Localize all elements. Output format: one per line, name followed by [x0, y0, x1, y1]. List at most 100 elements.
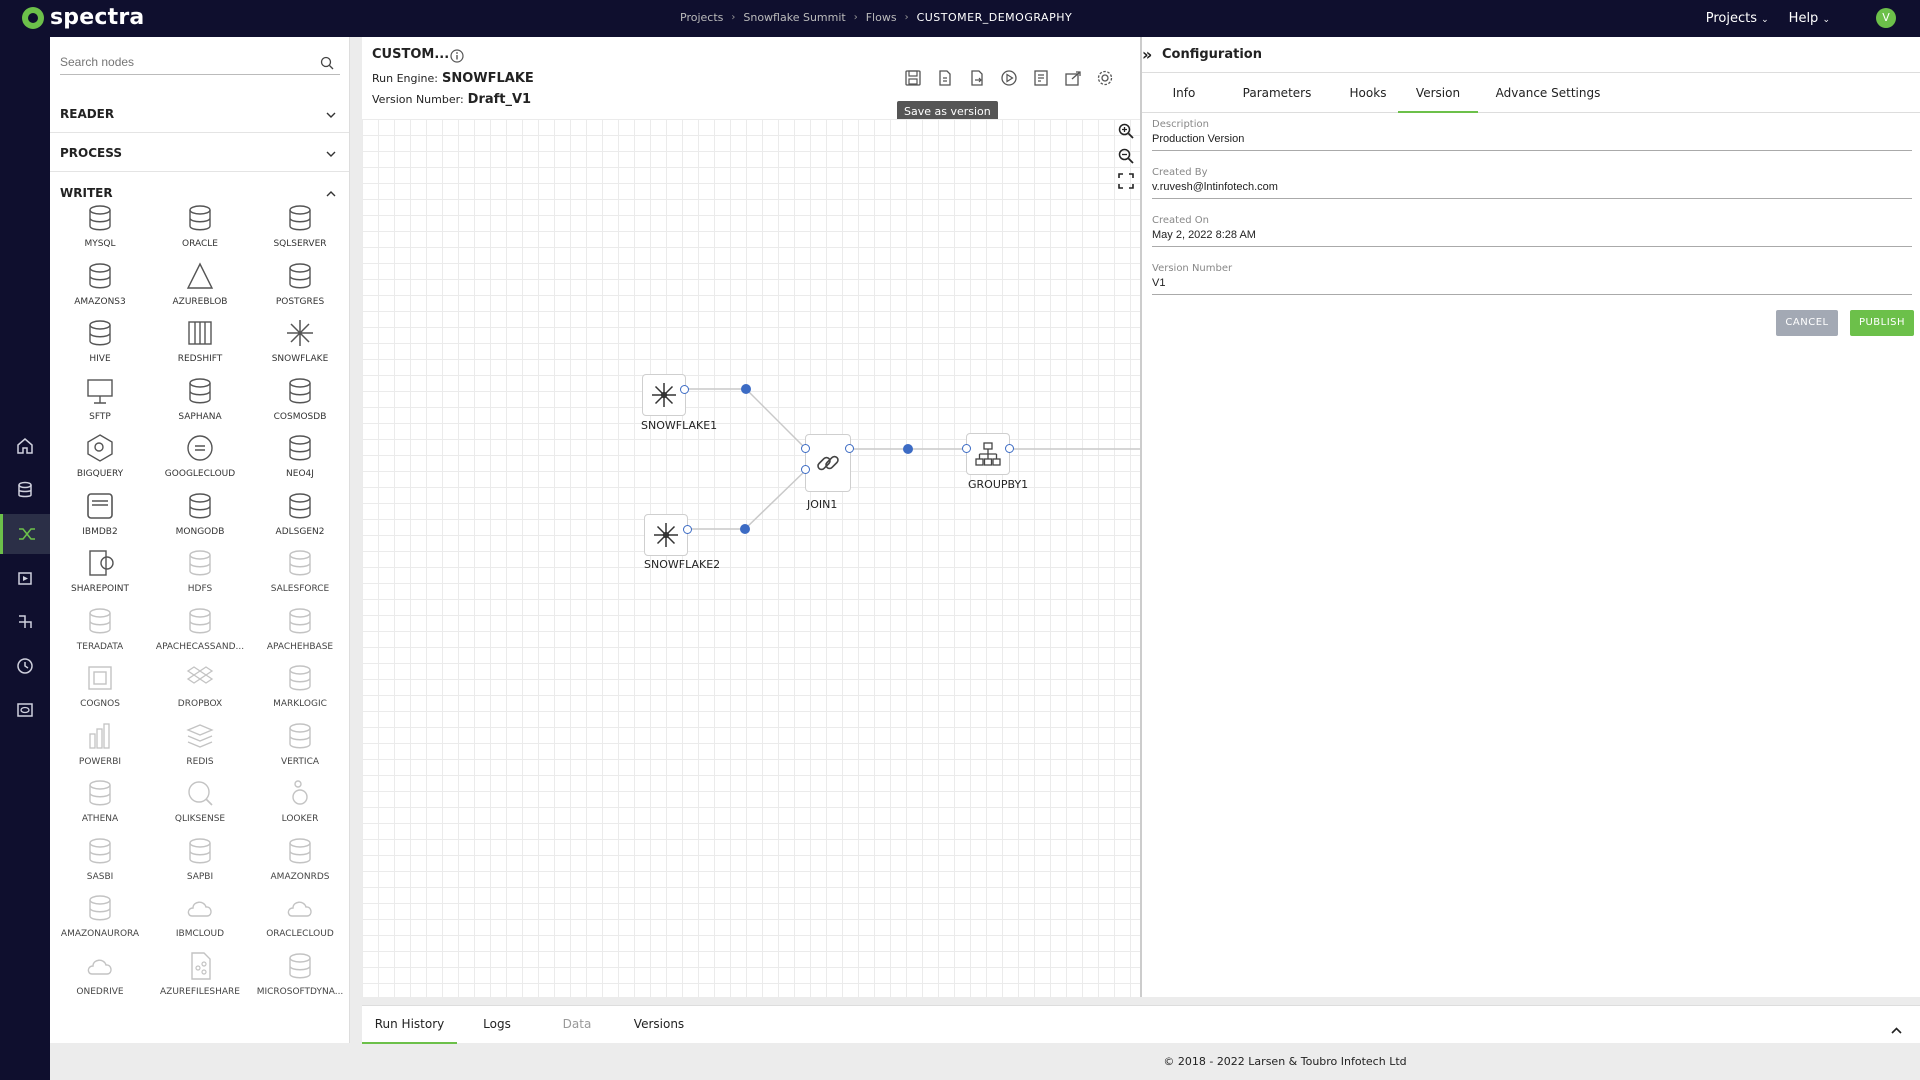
palette-node-redis[interactable]: REDIS — [150, 720, 250, 778]
palette-node-bigquery[interactable]: BIGQUERY — [50, 432, 150, 490]
breadcrumb-flows[interactable]: Flows — [866, 11, 897, 24]
tab-advance-settings[interactable]: Advance Settings — [1488, 73, 1608, 113]
search-icon[interactable] — [320, 55, 334, 74]
palette-node-microsoftdyna[interactable]: MICROSOFTDYNA... — [250, 950, 349, 1008]
palette-node-amazonrds[interactable]: AMAZONRDS — [250, 835, 349, 893]
palette-node-dropbox[interactable]: DROPBOX — [150, 662, 250, 720]
chevron-up-icon[interactable] — [1891, 1019, 1902, 1038]
settings-icon[interactable] — [1094, 67, 1116, 89]
input-port[interactable] — [801, 444, 810, 453]
flows-icon[interactable] — [0, 514, 50, 554]
palette-node-qliksense[interactable]: QLIKSENSE — [150, 777, 250, 835]
flow-node-snowflake2[interactable] — [644, 514, 688, 556]
palette-node-azurefileshare[interactable]: AZUREFILESHARE — [150, 950, 250, 1008]
tab-version[interactable]: Version — [1398, 73, 1478, 113]
tab-versions[interactable]: Versions — [624, 1006, 694, 1044]
palette-node-salesforce[interactable]: SALESFORCE — [250, 547, 349, 605]
output-port[interactable] — [683, 525, 692, 534]
schedule-icon[interactable] — [1030, 67, 1052, 89]
history-icon[interactable] — [0, 646, 50, 686]
palette-node-ibmcloud[interactable]: IBMCLOUD — [150, 892, 250, 950]
spectra-logo[interactable]: spectra — [22, 5, 144, 30]
output-port[interactable] — [845, 444, 854, 453]
save-version-icon[interactable] — [934, 67, 956, 89]
palette-node-amazonaurora[interactable]: AMAZONAURORA — [50, 892, 150, 950]
description-value[interactable]: Production Version — [1152, 133, 1912, 145]
pipeline-icon[interactable] — [0, 602, 50, 642]
tab-info[interactable]: Info — [1164, 73, 1204, 113]
run-icon[interactable] — [998, 67, 1020, 89]
collapse-panel-icon[interactable]: » — [1142, 45, 1152, 64]
database-icon[interactable] — [0, 470, 50, 510]
palette-node-ibmdb2[interactable]: IBMDB2 — [50, 490, 150, 548]
palette-node-vertica[interactable]: VERTICA — [250, 720, 349, 778]
output-port[interactable] — [1005, 444, 1014, 453]
palette-node-sasbi[interactable]: SASBI — [50, 835, 150, 893]
palette-node-oracle[interactable]: ORACLE — [150, 202, 250, 260]
avatar[interactable]: V — [1876, 8, 1896, 28]
palette-node-powerbi[interactable]: POWERBI — [50, 720, 150, 778]
amazonrds-icon — [284, 835, 316, 867]
flow-canvas[interactable]: SNOWFLAKE1 SNOWFLAKE2 JOIN1 GROUPBY1 — [362, 119, 1140, 997]
palette-node-mysql[interactable]: MYSQL — [50, 202, 150, 260]
flow-node-join1[interactable] — [805, 434, 851, 492]
palette-node-apachecassand[interactable]: APACHECASSAND... — [150, 605, 250, 663]
breadcrumb-project[interactable]: Snowflake Summit — [743, 11, 845, 24]
tab-hooks[interactable]: Hooks — [1337, 73, 1399, 113]
export-icon[interactable] — [966, 67, 988, 89]
palette-node-looker[interactable]: LOOKER — [250, 777, 349, 835]
palette-node-oraclecloud[interactable]: ORACLECLOUD — [250, 892, 349, 950]
palette-node-redshift[interactable]: REDSHIFT — [150, 317, 250, 375]
input-port[interactable] — [801, 465, 810, 474]
palette-node-sftp[interactable]: SFTP — [50, 375, 150, 433]
share-icon[interactable] — [1062, 67, 1084, 89]
cosmosdb-icon — [284, 375, 316, 407]
palette-node-sqlserver[interactable]: SQLSERVER — [250, 202, 349, 260]
input-port[interactable] — [962, 444, 971, 453]
palette-node-googlecloud[interactable]: GOOGLECLOUD — [150, 432, 250, 490]
flow-node-groupby1[interactable] — [966, 433, 1010, 475]
breadcrumb-projects[interactable]: Projects — [680, 11, 723, 24]
palette-node-athena[interactable]: ATHENA — [50, 777, 150, 835]
edge-handle[interactable] — [741, 384, 751, 394]
palette-node-cosmosdb[interactable]: COSMOSDB — [250, 375, 349, 433]
palette-node-saphana[interactable]: SAPHANA — [150, 375, 250, 433]
palette-node-adlsgen2[interactable]: ADLSGEN2 — [250, 490, 349, 548]
projects-menu[interactable]: Projects ⌄ — [1706, 11, 1769, 26]
palette-node-azureblob[interactable]: AZUREBLOB — [150, 260, 250, 318]
palette-node-onedrive[interactable]: ONEDRIVE — [50, 950, 150, 1008]
palette-node-postgres[interactable]: POSTGRES — [250, 260, 349, 318]
help-menu[interactable]: Help ⌄ — [1789, 11, 1830, 26]
palette-node-apachehbase[interactable]: APACHEHBASE — [250, 605, 349, 663]
palette-node-amazons3[interactable]: AMAZONS3 — [50, 260, 150, 318]
tab-logs[interactable]: Logs — [472, 1006, 522, 1044]
palette-node-hdfs[interactable]: HDFS — [150, 547, 250, 605]
edge-handle[interactable] — [903, 444, 913, 454]
palette-node-snowflake[interactable]: SNOWFLAKE — [250, 317, 349, 375]
palette-node-neo4j[interactable]: NEO4J — [250, 432, 349, 490]
monitor-icon[interactable] — [0, 690, 50, 730]
jobs-icon[interactable] — [0, 558, 50, 598]
palette-node-cognos[interactable]: COGNOS — [50, 662, 150, 720]
palette-node-marklogic[interactable]: MARKLOGIC — [250, 662, 349, 720]
palette-node-hive[interactable]: HIVE — [50, 317, 150, 375]
search-input[interactable] — [60, 47, 310, 69]
description-label: Description — [1152, 119, 1209, 130]
tab-run-history[interactable]: Run History — [362, 1006, 457, 1044]
cancel-button[interactable]: CANCEL — [1776, 310, 1838, 336]
tab-parameters[interactable]: Parameters — [1232, 73, 1322, 113]
palette-node-mongodb[interactable]: MONGODB — [150, 490, 250, 548]
save-icon[interactable] — [902, 67, 924, 89]
description-field[interactable]: Description Production Version — [1152, 119, 1912, 151]
section-reader[interactable]: READER — [50, 95, 349, 133]
publish-button[interactable]: PUBLISH — [1850, 310, 1914, 336]
edge-handle[interactable] — [740, 524, 750, 534]
section-process[interactable]: PROCESS — [50, 134, 349, 172]
palette-node-sapbi[interactable]: SAPBI — [150, 835, 250, 893]
palette-node-sharepoint[interactable]: SHAREPOINT — [50, 547, 150, 605]
info-icon[interactable] — [450, 48, 464, 67]
output-port[interactable] — [680, 385, 689, 394]
flow-node-snowflake1[interactable] — [642, 374, 686, 416]
palette-node-teradata[interactable]: TERADATA — [50, 605, 150, 663]
home-icon[interactable] — [0, 426, 50, 466]
